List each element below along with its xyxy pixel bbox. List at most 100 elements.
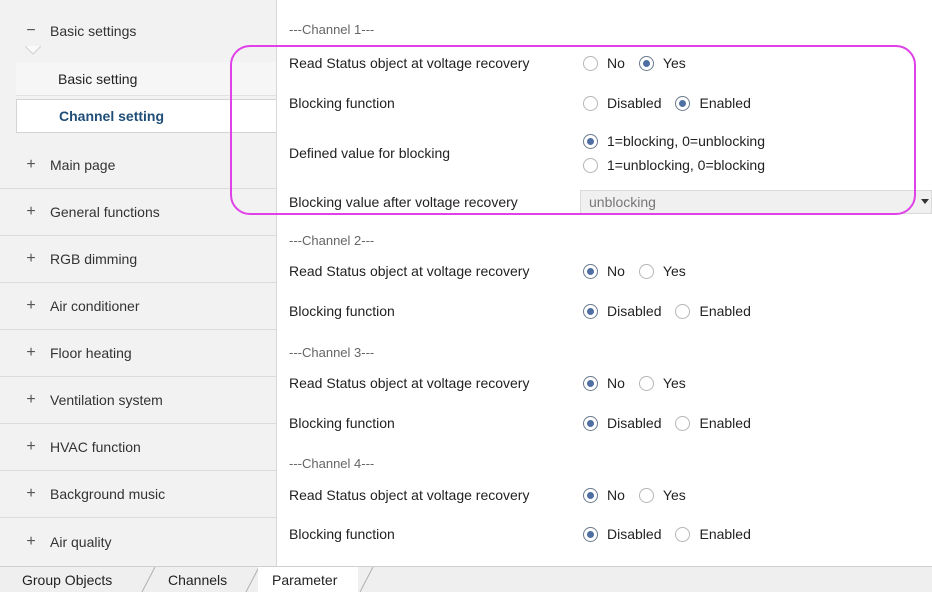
expand-icon: +: [26, 485, 36, 502]
sidebar-item-air-quality[interactable]: + Air quality: [0, 518, 276, 565]
sidebar-item-general-functions[interactable]: + General functions: [0, 189, 276, 236]
expand-icon: +: [26, 532, 36, 550]
ch2-read-status-label: Read Status object at voltage recovery: [289, 263, 530, 279]
ch2-blocking-function-label: Blocking function: [289, 303, 395, 319]
sidebar-item-label: Floor heating: [50, 345, 132, 361]
parameter-panel: ---Channel 1--- Read Status object at vo…: [277, 0, 932, 566]
ch1-defined-value-label: Defined value for blocking: [289, 145, 451, 161]
ch1-read-status-label: Read Status object at voltage recovery: [289, 55, 530, 71]
ch1-read-status-yes-radio[interactable]: [638, 55, 654, 71]
sidebar-item-label: Air quality: [50, 533, 112, 550]
expand-icon: +: [26, 203, 36, 220]
expand-icon: +: [26, 250, 36, 267]
radio-label: 1=blocking, 0=unblocking: [607, 133, 766, 149]
ch4-read-status-no-radio[interactable]: [583, 487, 598, 503]
ch1-blocking-after-label: Blocking value after voltage recovery: [289, 194, 518, 210]
radio-label: Enabled: [699, 95, 751, 111]
ch1-blocking-function-options: Disabled Enabled: [583, 95, 765, 111]
sidebar-item-label: Main page: [50, 157, 116, 173]
radio-label: Disabled: [607, 303, 662, 319]
ch3-read-status-yes-radio[interactable]: [638, 375, 654, 391]
expand-icon: +: [26, 156, 36, 173]
sidebar: − Basic settings Basic setting Channel s…: [0, 0, 277, 566]
ch4-read-status-options: No Yes: [583, 487, 700, 503]
radio-label: No: [607, 55, 625, 71]
sidebar-item-ventilation-system[interactable]: + Ventilation system: [0, 377, 276, 424]
sidebar-item-label: Basic settings: [50, 22, 137, 39]
ch2-blocking-function-options: Disabled Enabled: [583, 303, 765, 319]
tab-separator: [359, 567, 374, 592]
radio-label: Enabled: [699, 415, 751, 431]
radio-label: Disabled: [607, 95, 662, 111]
ch3-blocking-function-options: Disabled Enabled: [583, 415, 765, 431]
ch2-read-status-no-radio[interactable]: [583, 263, 598, 279]
tab-bar: Group Objects Channels Parameter: [0, 566, 932, 592]
ch3-blocking-enabled-radio[interactable]: [675, 415, 691, 431]
radio-label: 1=unblocking, 0=blocking: [607, 157, 766, 173]
ch4-blocking-enabled-radio[interactable]: [675, 526, 691, 542]
ch3-blocking-disabled-radio[interactable]: [583, 415, 598, 431]
radio-label: Enabled: [699, 303, 751, 319]
ch2-read-status-options: No Yes: [583, 263, 700, 279]
expand-icon: +: [26, 344, 36, 361]
ch2-read-status-yes-radio[interactable]: [638, 263, 654, 279]
ch3-blocking-function-label: Blocking function: [289, 415, 395, 431]
radio-label: Disabled: [607, 415, 662, 431]
ch1-read-status-no-radio[interactable]: [583, 55, 598, 71]
radio-label: No: [607, 263, 625, 279]
radio-label: No: [607, 487, 625, 503]
radio-label: Yes: [662, 487, 686, 503]
collapse-icon: −: [26, 21, 36, 39]
ch1-defined-value-1-radio[interactable]: [583, 133, 598, 149]
radio-label: Enabled: [699, 526, 751, 542]
sidebar-item-air-conditioner[interactable]: + Air conditioner: [0, 283, 276, 330]
tree-notch-icon: [25, 46, 41, 55]
ch1-read-status-options: No Yes: [583, 55, 700, 71]
sidebar-subitem-label: Basic setting: [58, 70, 138, 87]
channel-1-header: ---Channel 1---: [289, 22, 375, 37]
ch1-defined-value-option-2: 1=unblocking, 0=blocking: [583, 157, 779, 173]
channel-3-header: ---Channel 3---: [289, 345, 375, 360]
radio-label: Yes: [662, 55, 686, 71]
sidebar-item-label: HVAC function: [50, 439, 141, 455]
sidebar-item-label: Air conditioner: [50, 298, 140, 314]
tab-separator: [141, 567, 156, 592]
radio-label: Disabled: [607, 526, 662, 542]
sidebar-item-floor-heating[interactable]: + Floor heating: [0, 330, 276, 377]
ch4-read-status-yes-radio[interactable]: [638, 487, 654, 503]
ch3-read-status-options: No Yes: [583, 375, 700, 391]
ch2-blocking-disabled-radio[interactable]: [583, 303, 598, 319]
ch2-blocking-enabled-radio[interactable]: [675, 303, 691, 319]
chevron-down-icon: [921, 199, 929, 204]
ch3-read-status-label: Read Status object at voltage recovery: [289, 375, 530, 391]
dropdown-value: unblocking: [589, 194, 656, 210]
sidebar-subitem-label: Channel setting: [59, 108, 165, 124]
radio-label: Yes: [662, 263, 686, 279]
tab-parameter[interactable]: Parameter: [258, 567, 358, 592]
sidebar-subitem-basic-setting[interactable]: Basic setting: [16, 62, 276, 96]
ch1-blocking-after-dropdown[interactable]: unblocking: [580, 190, 932, 214]
ch4-blocking-disabled-radio[interactable]: [583, 526, 598, 542]
tab-channels[interactable]: Channels: [168, 567, 227, 592]
ch1-blocking-enabled-radio[interactable]: [675, 95, 691, 111]
sidebar-item-label: Ventilation system: [50, 392, 163, 408]
ch3-read-status-no-radio[interactable]: [583, 375, 598, 391]
sidebar-item-basic-settings[interactable]: − Basic settings: [0, 8, 276, 53]
sidebar-item-main-page[interactable]: + Main page: [0, 142, 276, 189]
radio-label: Yes: [662, 375, 686, 391]
ch1-blocking-function-label: Blocking function: [289, 95, 395, 111]
ch4-blocking-function-options: Disabled Enabled: [583, 526, 765, 542]
sidebar-item-rgb-dimming[interactable]: + RGB dimming: [0, 236, 276, 283]
ch1-blocking-disabled-radio[interactable]: [583, 95, 598, 111]
ch1-defined-value-option-1: 1=blocking, 0=unblocking: [583, 133, 779, 149]
sidebar-item-label: RGB dimming: [50, 251, 138, 267]
ch1-defined-value-2-radio[interactable]: [583, 157, 598, 173]
ch4-blocking-function-label: Blocking function: [289, 526, 395, 542]
sidebar-item-hvac-function[interactable]: + HVAC function: [0, 424, 276, 471]
sidebar-item-background-music[interactable]: + Background music: [0, 471, 276, 518]
tab-group-objects[interactable]: Group Objects: [22, 567, 112, 592]
expand-icon: +: [26, 391, 36, 408]
ch4-read-status-label: Read Status object at voltage recovery: [289, 487, 530, 503]
sidebar-subitem-channel-setting[interactable]: Channel setting: [16, 99, 276, 133]
expand-icon: +: [26, 438, 36, 455]
